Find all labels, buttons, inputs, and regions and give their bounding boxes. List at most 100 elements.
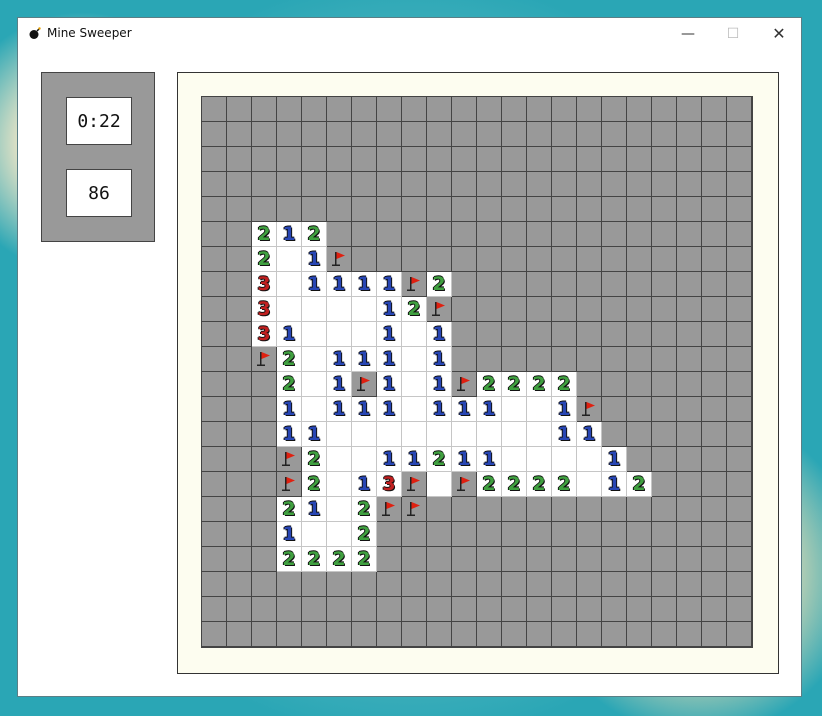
cell-covered[interactable]	[652, 97, 677, 122]
cell-covered[interactable]	[627, 547, 652, 572]
cell-number[interactable]: 2	[302, 222, 327, 247]
cell-covered[interactable]	[302, 172, 327, 197]
cell-covered[interactable]	[627, 147, 652, 172]
cell-covered[interactable]	[652, 172, 677, 197]
cell-covered[interactable]	[227, 397, 252, 422]
cell-empty[interactable]	[327, 322, 352, 347]
cell-number[interactable]: 2	[252, 247, 277, 272]
cell-covered[interactable]	[727, 572, 752, 597]
cell-covered[interactable]	[452, 597, 477, 622]
cell-covered[interactable]	[627, 122, 652, 147]
cell-covered[interactable]	[352, 597, 377, 622]
cell-covered[interactable]	[602, 372, 627, 397]
cell-empty[interactable]	[427, 472, 452, 497]
cell-covered[interactable]	[602, 597, 627, 622]
cell-covered[interactable]	[202, 447, 227, 472]
cell-covered[interactable]	[352, 97, 377, 122]
cell-covered[interactable]	[327, 147, 352, 172]
minimize-button[interactable]: —	[665, 20, 711, 48]
cell-covered[interactable]	[352, 247, 377, 272]
cell-covered[interactable]	[252, 97, 277, 122]
cell-covered[interactable]	[627, 347, 652, 372]
cell-covered[interactable]	[377, 622, 402, 647]
cell-covered[interactable]	[677, 247, 702, 272]
cell-covered[interactable]	[352, 622, 377, 647]
cell-covered[interactable]	[652, 297, 677, 322]
cell-covered[interactable]	[377, 97, 402, 122]
cell-covered[interactable]	[377, 572, 402, 597]
cell-covered[interactable]	[527, 572, 552, 597]
cell-covered[interactable]	[727, 97, 752, 122]
cell-number[interactable]: 3	[252, 297, 277, 322]
cell-covered[interactable]	[552, 97, 577, 122]
cell-covered[interactable]	[477, 322, 502, 347]
cell-covered[interactable]	[552, 572, 577, 597]
cell-covered[interactable]	[577, 522, 602, 547]
cell-number[interactable]: 1	[377, 447, 402, 472]
cell-number[interactable]: 1	[302, 422, 327, 447]
cell-covered[interactable]	[377, 197, 402, 222]
cell-covered[interactable]	[602, 197, 627, 222]
cell-number[interactable]: 2	[327, 547, 352, 572]
cell-covered[interactable]	[652, 572, 677, 597]
cell-covered[interactable]	[477, 622, 502, 647]
cell-covered[interactable]	[327, 597, 352, 622]
cell-covered[interactable]	[252, 472, 277, 497]
cell-number[interactable]: 2	[277, 497, 302, 522]
cell-covered[interactable]	[477, 97, 502, 122]
cell-covered[interactable]	[252, 122, 277, 147]
cell-covered[interactable]	[652, 197, 677, 222]
cell-number[interactable]: 1	[302, 247, 327, 272]
cell-covered[interactable]	[452, 622, 477, 647]
cell-number[interactable]: 2	[477, 472, 502, 497]
cell-number[interactable]: 1	[552, 422, 577, 447]
cell-covered[interactable]	[627, 297, 652, 322]
cell-covered[interactable]	[677, 497, 702, 522]
cell-empty[interactable]	[327, 497, 352, 522]
cell-flagged[interactable]	[277, 472, 302, 497]
cell-covered[interactable]	[227, 197, 252, 222]
title-bar[interactable]: Mine Sweeper — ☐ ✕	[18, 18, 801, 48]
cell-covered[interactable]	[502, 97, 527, 122]
cell-covered[interactable]	[577, 97, 602, 122]
cell-covered[interactable]	[377, 172, 402, 197]
cell-covered[interactable]	[402, 222, 427, 247]
cell-covered[interactable]	[652, 247, 677, 272]
cell-covered[interactable]	[727, 197, 752, 222]
cell-number[interactable]: 2	[302, 447, 327, 472]
cell-covered[interactable]	[702, 497, 727, 522]
cell-covered[interactable]	[402, 172, 427, 197]
cell-number[interactable]: 2	[552, 372, 577, 397]
cell-empty[interactable]	[277, 297, 302, 322]
cell-covered[interactable]	[202, 172, 227, 197]
cell-covered[interactable]	[652, 122, 677, 147]
cell-empty[interactable]	[352, 297, 377, 322]
cell-covered[interactable]	[527, 122, 552, 147]
cell-covered[interactable]	[652, 222, 677, 247]
cell-number[interactable]: 1	[277, 522, 302, 547]
cell-covered[interactable]	[452, 197, 477, 222]
cell-covered[interactable]	[702, 97, 727, 122]
cell-covered[interactable]	[552, 247, 577, 272]
cell-covered[interactable]	[677, 622, 702, 647]
cell-covered[interactable]	[702, 347, 727, 372]
cell-covered[interactable]	[202, 197, 227, 222]
cell-covered[interactable]	[252, 597, 277, 622]
cell-covered[interactable]	[677, 422, 702, 447]
cell-covered[interactable]	[727, 172, 752, 197]
cell-covered[interactable]	[477, 597, 502, 622]
cell-covered[interactable]	[502, 197, 527, 222]
cell-covered[interactable]	[452, 572, 477, 597]
cell-covered[interactable]	[477, 172, 502, 197]
cell-covered[interactable]	[402, 197, 427, 222]
cell-covered[interactable]	[252, 147, 277, 172]
cell-number[interactable]: 1	[377, 397, 402, 422]
cell-covered[interactable]	[727, 547, 752, 572]
cell-covered[interactable]	[677, 597, 702, 622]
cell-number[interactable]: 2	[402, 297, 427, 322]
cell-covered[interactable]	[652, 497, 677, 522]
cell-covered[interactable]	[627, 397, 652, 422]
cell-covered[interactable]	[452, 497, 477, 522]
cell-covered[interactable]	[627, 247, 652, 272]
cell-covered[interactable]	[402, 147, 427, 172]
